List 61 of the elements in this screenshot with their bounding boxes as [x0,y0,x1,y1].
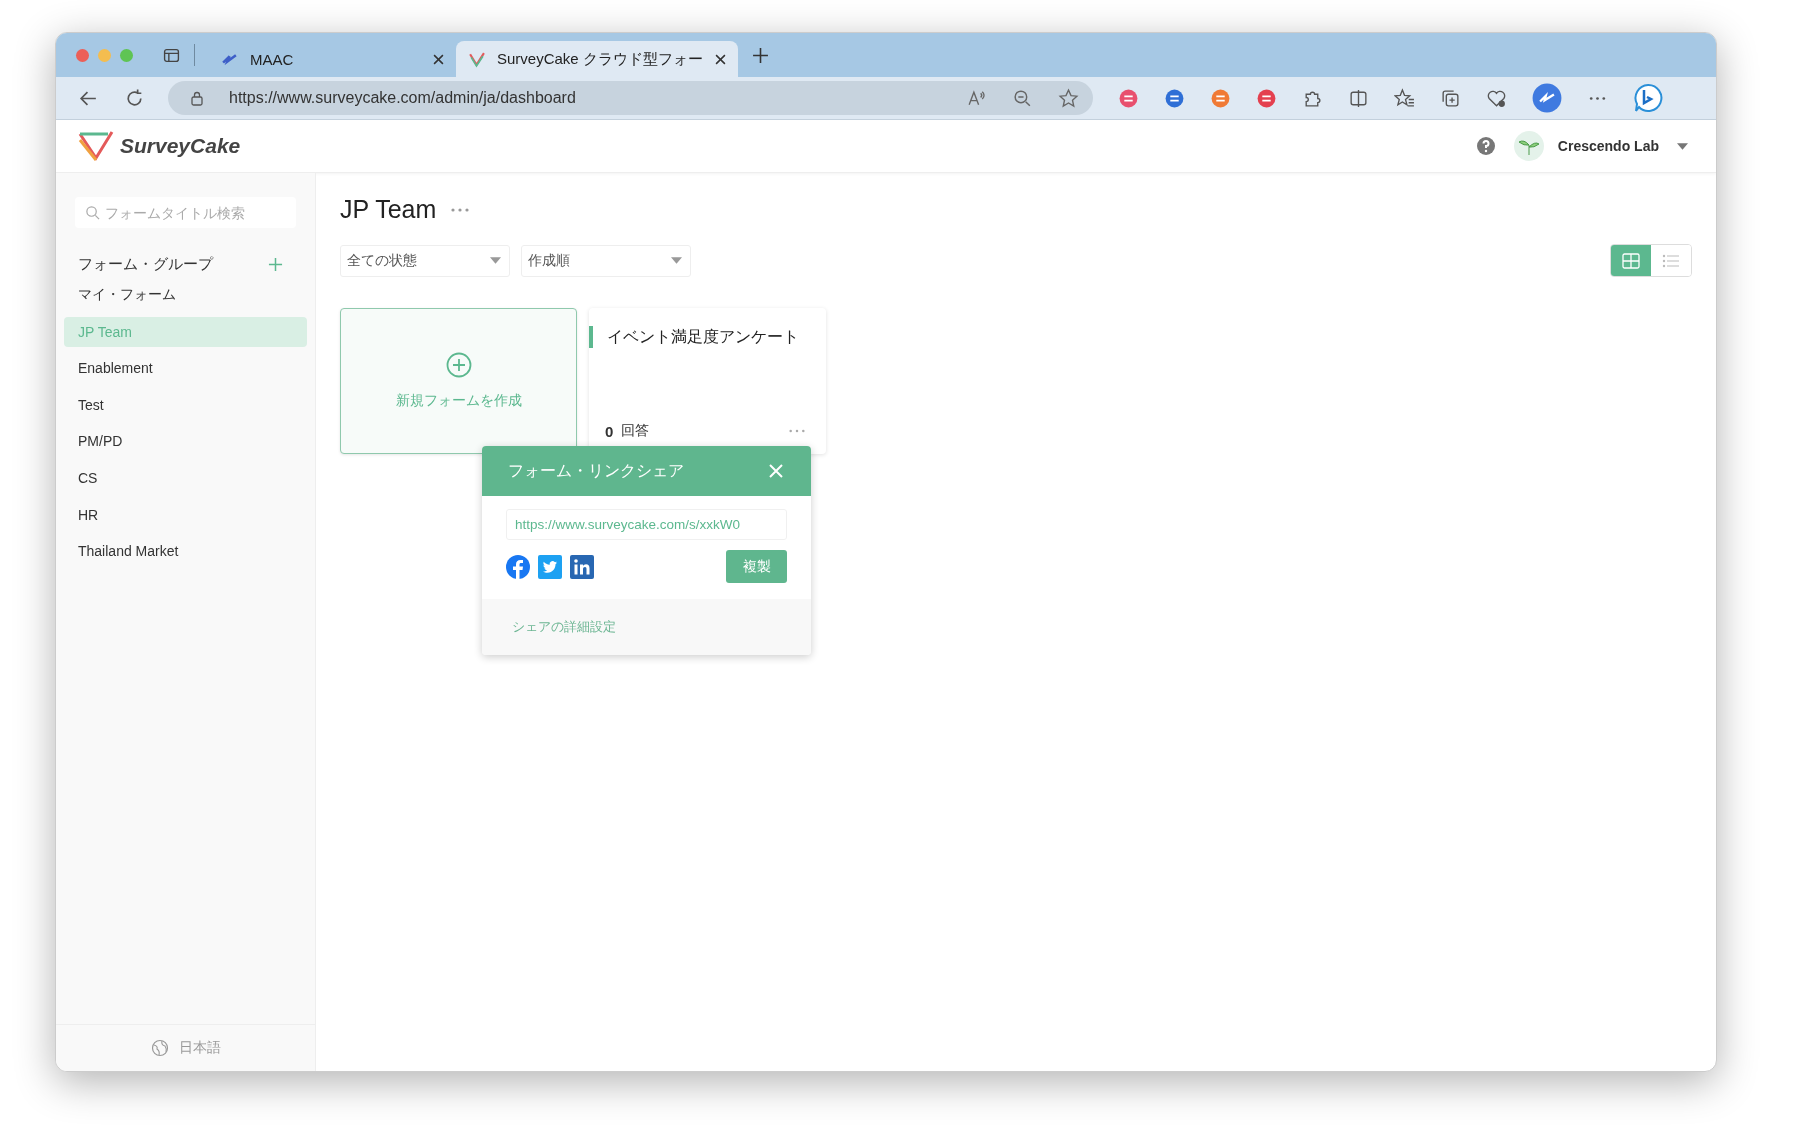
sidebar-item[interactable]: Thailand Market [64,536,307,567]
tab-close-icon[interactable] [433,53,444,65]
address-bar[interactable]: https://www.surveycake.com/admin/ja/dashboard [168,81,1093,115]
favorites-icon[interactable] [1394,87,1415,109]
sidebar-item[interactable]: HR [64,499,307,530]
add-circle-icon [445,352,472,378]
zoom-out-icon[interactable] [1012,87,1033,109]
extension-icon[interactable] [1118,87,1139,109]
form-card[interactable]: イベント満足度アンケート 0 回答 [589,308,826,454]
lock-icon [190,90,204,106]
logo-icon [78,130,114,162]
star-icon[interactable] [1058,87,1079,109]
group-heading: フォーム・グループ [78,254,213,274]
tab-panel-icon[interactable] [163,46,180,64]
search-icon [85,205,100,220]
close-icon[interactable] [769,464,783,478]
sprout-avatar-icon [1513,131,1544,161]
account-name[interactable]: Crescendo Lab [1557,138,1659,154]
add-group-icon[interactable] [268,256,283,272]
more-icon[interactable] [450,206,471,213]
browser-tab[interactable]: SurveyCake クラウド型フォー [456,41,738,77]
sidebar-item[interactable]: マイ・フォーム [64,280,307,310]
more-icon[interactable] [788,428,806,434]
grid-icon [1622,252,1640,269]
profile-icon[interactable] [1532,83,1562,113]
sidebar-item[interactable]: PM/PD [64,426,307,457]
collections-icon[interactable] [1440,87,1461,109]
filter-dropdown[interactable]: 作成順 [521,244,691,277]
extension-icon[interactable] [1210,87,1231,109]
list-icon [1662,252,1680,269]
response-label: 回答 [621,422,650,440]
popup-title: フォーム・リンクシェア [508,460,684,481]
sidebar-item[interactable]: Test [64,389,307,420]
filter-dropdown[interactable]: 全ての状態 [340,244,510,277]
tab-logo-icon [468,50,485,68]
caret-icon [490,257,501,264]
extension-icon[interactable] [1164,87,1185,109]
new-form-label: 新規フォームを作成 [395,392,522,410]
sidebar-item[interactable]: Enablement [64,353,307,384]
logo-text: SurveyCake [120,134,241,158]
url-text: https://www.surveycake.com/admin/ja/dashboard [229,89,576,107]
caret-icon[interactable] [1677,142,1688,150]
chat-bubble-icon[interactable] [1633,83,1663,113]
form-title: イベント満足度アンケート [589,326,806,348]
tab-close-icon[interactable] [714,53,726,65]
split-screen-icon[interactable] [1348,87,1369,109]
caret-icon [671,257,682,264]
sidebar-item[interactable]: CS [64,462,307,493]
help-icon[interactable] [1475,136,1496,156]
twitter-icon[interactable] [538,554,562,579]
group-title: JP Team [340,195,437,224]
extension-icon[interactable] [1256,87,1277,109]
response-count: 0 [605,422,614,440]
reload-icon[interactable] [124,87,145,109]
view-toggle[interactable] [1611,245,1651,276]
linkedin-icon[interactable] [570,554,594,579]
globe-icon[interactable] [150,1039,169,1057]
new-tab-icon[interactable] [751,46,769,64]
browser-tab[interactable]: MAAC [209,41,456,77]
search-field[interactable]: フォームタイトル検索 [75,197,296,228]
facebook-icon[interactable] [506,554,530,579]
